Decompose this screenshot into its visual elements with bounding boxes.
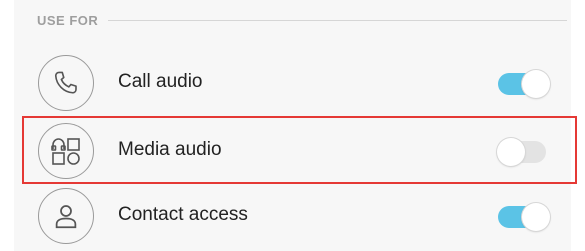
media-icon <box>38 123 94 179</box>
row-label: Contact access <box>118 204 248 225</box>
setting-row-call-audio[interactable]: Call audio <box>14 53 571 117</box>
toggle-thumb <box>522 70 550 98</box>
row-label: Call audio <box>118 71 203 92</box>
toggle-thumb <box>522 203 550 231</box>
section-title: USE FOR <box>37 12 99 28</box>
media-audio-toggle[interactable] <box>497 137 550 166</box>
row-label: Media audio <box>118 139 222 160</box>
toggle-thumb <box>497 138 525 166</box>
setting-row-media-audio[interactable]: Media audio <box>14 121 571 185</box>
phone-icon <box>38 55 94 111</box>
section-header: USE FOR <box>37 10 567 30</box>
contact-icon <box>38 188 94 244</box>
contact-access-toggle[interactable] <box>498 202 550 231</box>
call-audio-toggle[interactable] <box>498 69 550 98</box>
section-divider <box>108 19 567 21</box>
setting-row-contact-access[interactable]: Contact access <box>14 186 571 250</box>
